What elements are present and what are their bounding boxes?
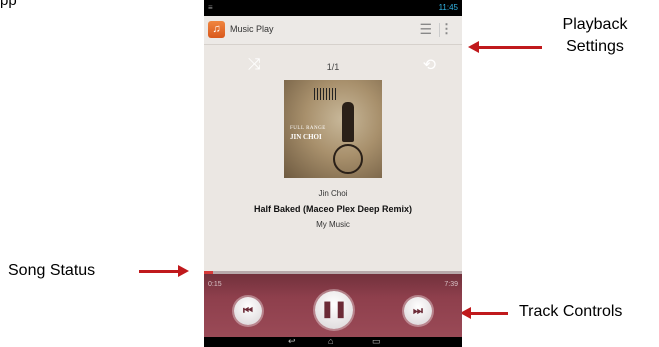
pause-icon: ❚❚ xyxy=(320,301,348,318)
artist-name: Jin Choi xyxy=(318,189,348,198)
next-track-button[interactable]: ⏭ xyxy=(404,297,432,325)
navigation-bar: ↩ ⌂ ▭ xyxy=(204,336,462,347)
track-controls-callout: Track Controls xyxy=(519,303,623,320)
phone-screen: ≡ 11:45 ♫ Music Play ☰ ⋮ ⤨ 1/1 ⟲ FULL RA… xyxy=(204,0,462,347)
repeat-icon[interactable]: ⟲ xyxy=(423,55,436,75)
app-bar: ♫ Music Play ☰ ⋮ xyxy=(204,16,462,45)
elapsed-time: 0:15 xyxy=(208,281,222,288)
next-track-icon: ⏭ xyxy=(413,305,423,317)
app-title: Music Play xyxy=(230,24,274,34)
progress-fill xyxy=(204,271,213,274)
total-duration: 7:39 xyxy=(444,281,458,288)
previous-track-button[interactable]: ⏮ xyxy=(234,297,262,325)
playback-settings-callout: Playback Settings xyxy=(562,16,628,55)
recent-apps-icon[interactable]: ▭ xyxy=(372,336,381,347)
album-art-line2: JIN CHOI xyxy=(290,133,322,141)
album-figure xyxy=(342,102,354,142)
music-note-icon[interactable]: ♫ xyxy=(208,21,225,38)
album-name: My Music xyxy=(316,220,350,229)
unicycle-wheel xyxy=(333,144,363,174)
song-status-callout: Song Status xyxy=(8,262,96,279)
album-barcode xyxy=(314,88,336,100)
track-controls-panel: 0:15 7:39 ⏮ ❚❚ ⏭ xyxy=(204,271,462,337)
progress-bar[interactable] xyxy=(204,271,462,274)
list-icon[interactable]: ☰ xyxy=(419,21,432,38)
track-controls-arrow xyxy=(460,307,508,319)
home-icon[interactable]: ⌂ xyxy=(328,336,333,346)
annotation-fragment: pp xyxy=(0,0,17,9)
pause-button[interactable]: ❚❚ xyxy=(315,291,353,329)
playback-settings-arrow xyxy=(468,41,542,53)
status-time: 11:45 xyxy=(438,3,458,12)
album-art-text: FULL RANGE JIN CHOI xyxy=(290,124,326,142)
song-title: Half Baked (Maceo Plex Deep Remix) xyxy=(253,204,413,214)
status-bar: ≡ 11:45 xyxy=(204,0,462,16)
previous-track-icon: ⏮ xyxy=(243,305,253,317)
album-art: FULL RANGE JIN CHOI xyxy=(284,80,382,178)
notification-icon: ≡ xyxy=(208,3,213,12)
song-status-arrow xyxy=(139,265,189,277)
overflow-menu-icon[interactable]: ⋮ xyxy=(440,21,453,37)
album-art-line1: FULL RANGE xyxy=(290,126,326,131)
back-icon[interactable]: ↩ xyxy=(288,336,296,347)
